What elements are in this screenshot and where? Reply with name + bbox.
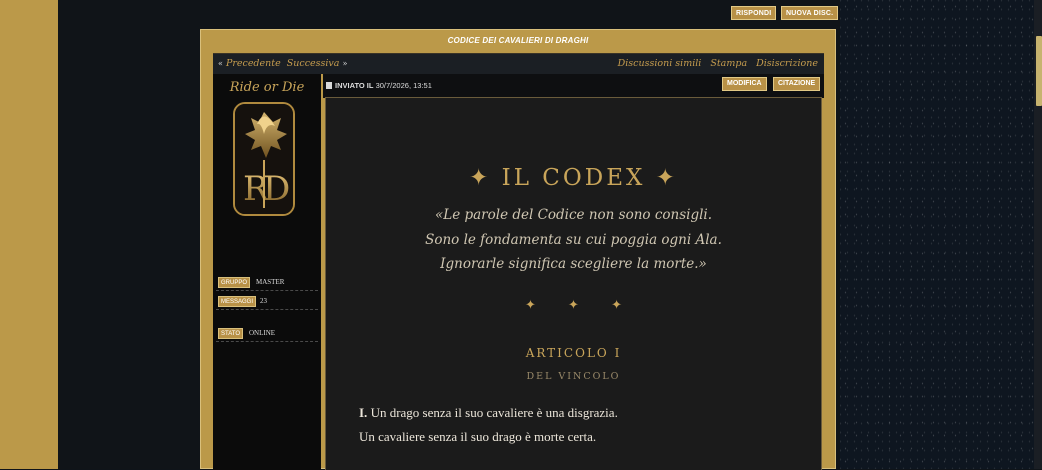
topic-frame: CODICE DEI CAVALIERI DI DRAGHI « Precede…	[200, 29, 836, 470]
scrollbar-thumb[interactable]	[1036, 36, 1042, 106]
next-link[interactable]: Successiva	[287, 58, 340, 69]
profile-group-row: GRUPPO MASTER	[216, 275, 318, 291]
quote-line-1: «Le parole del Codice non sono consigli.	[434, 207, 713, 223]
user-profile-panel: Ride or Die R D GRUPPO MASTER MESSAGGI 2…	[213, 74, 321, 470]
reply-button[interactable]: RISPONDI	[731, 6, 777, 20]
post-sent-info: INVIATO IL 30/7/2026, 13:51	[335, 81, 432, 90]
status-label: STATO	[218, 328, 244, 339]
prev-next-nav: « Precedente Successiva »	[218, 58, 347, 69]
post-document-icon	[326, 82, 332, 89]
post-header: INVIATO IL 30/7/2026, 13:51 MODIFICA CIT…	[323, 74, 824, 98]
article-title: ARTICOLO I	[525, 346, 622, 360]
similar-topics-link[interactable]: Discussioni simili	[618, 58, 702, 69]
post-date: 30/7/2026, 13:51	[375, 81, 432, 90]
svg-text:D: D	[263, 169, 290, 209]
article-number: I.	[359, 405, 368, 420]
sent-label: INVIATO IL	[335, 81, 374, 90]
quote-line-2: Sono le fondamenta su cui poggia ogni Al…	[425, 232, 722, 248]
status-value: ONLINE	[249, 329, 276, 337]
profile-status-row: STATO ONLINE	[216, 326, 318, 342]
starry-background	[840, 0, 1042, 469]
dragon-emblem-icon: R D	[235, 104, 293, 214]
prev-link[interactable]: Precedente	[226, 58, 281, 69]
post-content: ✦ IL CODEX ✦ «Le parole del Codice non s…	[325, 97, 822, 470]
topic-nav-bar: « Precedente Successiva » Discussioni si…	[213, 53, 824, 74]
username[interactable]: Ride or Die	[213, 80, 321, 95]
new-topic-button[interactable]: NUOVA DISC.	[781, 6, 839, 20]
edit-button[interactable]: MODIFICA	[722, 77, 767, 91]
article-line-1-text: Un drago senza il suo cavaliere è una di…	[370, 405, 618, 420]
article-line-1: I. Un drago senza il suo cavaliere è una…	[359, 405, 618, 421]
profile-messages-row: MESSAGGI 23	[216, 294, 318, 310]
unsubscribe-link[interactable]: Disiscrizione	[756, 58, 818, 69]
messages-value: 23	[260, 297, 267, 305]
topic-tools: Discussioni simili Stampa Disiscrizione	[612, 58, 818, 69]
group-value: MASTER	[256, 278, 285, 286]
group-label: GRUPPO	[218, 277, 251, 288]
quote-line-3: Ignorarle significa scegliere la morte.»	[440, 256, 707, 272]
left-decor-strip	[0, 0, 58, 469]
decorative-stars: ✦ ✦ ✦	[525, 298, 636, 313]
print-link[interactable]: Stampa	[710, 58, 747, 69]
prev-quote-glyph: «	[218, 59, 223, 68]
messages-label: MESSAGGI	[218, 296, 257, 307]
topic-title: CODICE DEI CAVALIERI DI DRAGHI	[447, 36, 589, 45]
article-line-2: Un cavaliere senza il suo drago è morte …	[359, 429, 597, 444]
codex-title: ✦ IL CODEX ✦	[469, 165, 678, 191]
next-quote-glyph: »	[342, 59, 348, 68]
avatar[interactable]: R D	[233, 102, 295, 216]
article-subtitle: DEL VINCOLO	[526, 371, 621, 382]
quote-button[interactable]: CITAZIONE	[773, 77, 821, 91]
